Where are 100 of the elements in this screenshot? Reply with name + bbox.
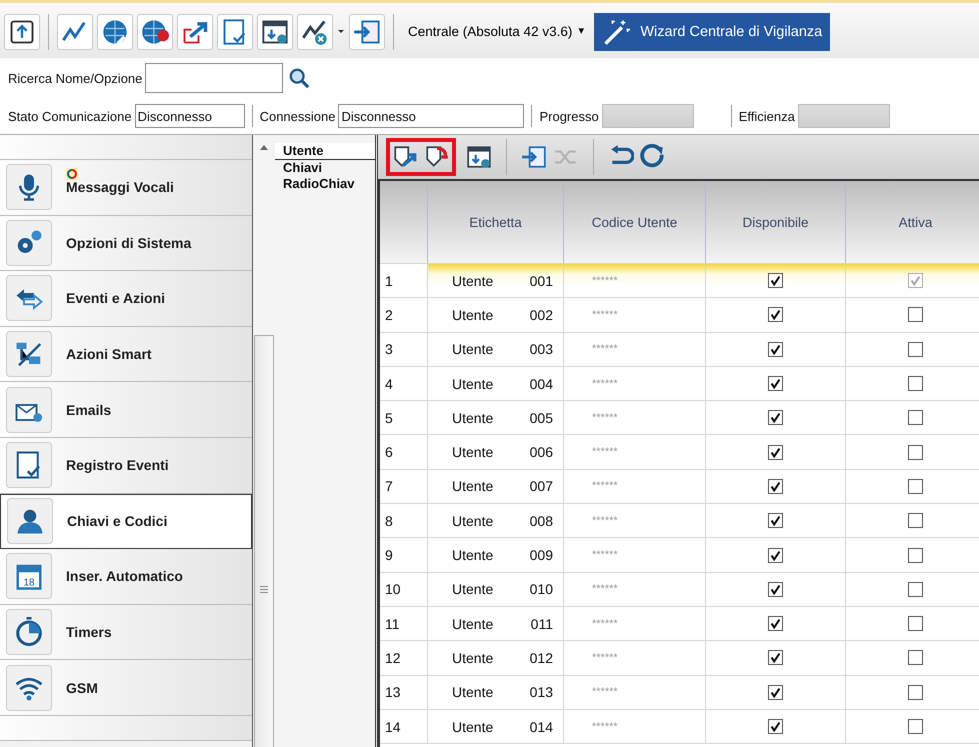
checkbox[interactable]	[768, 616, 783, 632]
table-row[interactable]: 1 Utente 001 ******	[380, 264, 979, 298]
checkbox[interactable]	[768, 273, 783, 288]
search-field[interactable]	[145, 63, 284, 93]
sidebar-item[interactable]: GSM	[0, 660, 252, 716]
tree-item[interactable]: Utente	[275, 143, 375, 160]
checkbox[interactable]	[768, 650, 783, 666]
checkbox[interactable]	[908, 410, 923, 426]
table-cell: Utente	[452, 616, 494, 632]
sidebar-item[interactable]: Opzioni di Sistema	[0, 216, 252, 272]
table-row[interactable]: 6 Utente 006 ******	[380, 435, 979, 470]
sidebar-item[interactable]: Registro Eventi	[0, 438, 252, 494]
column-header[interactable]: Attiva	[846, 181, 979, 263]
table-row[interactable]: 9 Utente 009 ******	[380, 538, 979, 573]
checkbox[interactable]	[908, 444, 923, 460]
sidebar-item[interactable]: Chiavi e Codici	[0, 494, 252, 550]
wizard-button[interactable]: Wizard Centrale di Vigilanza	[594, 12, 830, 50]
column-header[interactable]: Disponibile	[706, 181, 846, 263]
scrollbar[interactable]	[253, 135, 275, 747]
row-number: 6	[380, 435, 428, 469]
checkbox[interactable]	[908, 582, 923, 597]
checkbox[interactable]	[768, 444, 783, 460]
table-row[interactable]: 4 Utente 004 ******	[380, 366, 979, 402]
checkbox[interactable]	[768, 684, 783, 700]
table-row[interactable]: 14 Utente 014 ******	[380, 710, 979, 744]
column-header[interactable]: Etichetta	[428, 181, 564, 263]
refresh-icon[interactable]	[640, 144, 666, 170]
table-cell: 013	[530, 684, 553, 700]
table-row[interactable]: 10 Utente 010 ******	[380, 572, 979, 607]
checkbox[interactable]	[768, 307, 783, 322]
table-cell: ******	[564, 606, 706, 640]
table-cell: Utente	[452, 547, 494, 564]
tree-item[interactable]: Chiavi	[275, 160, 375, 176]
checkbox[interactable]	[768, 376, 783, 392]
row-number: 14	[380, 710, 428, 744]
status-label: Efficienza	[738, 108, 795, 124]
checkbox[interactable]	[908, 513, 923, 528]
table-cell: ******	[564, 504, 706, 538]
status-field: Disconnesso	[134, 104, 245, 128]
table-row[interactable]: 5 Utente 005 ******	[380, 401, 979, 436]
checkbox[interactable]	[768, 548, 783, 563]
table-cell: ******	[564, 366, 706, 400]
table-row[interactable]: 12 Utente 012 ******	[380, 641, 979, 676]
table-cell: 011	[530, 616, 553, 632]
table-row[interactable]: 11 Utente 011 ******	[380, 606, 979, 642]
checkbox[interactable]	[908, 719, 923, 734]
window-download-icon[interactable]	[466, 144, 492, 170]
sidebar-item[interactable]: Timers	[0, 604, 252, 660]
sidebar-item[interactable]: Azioni Smart	[0, 326, 252, 382]
table-row[interactable]: 7 Utente 007 ******	[380, 470, 979, 504]
checkbox[interactable]	[768, 582, 783, 597]
save-icon[interactable]	[8, 18, 36, 46]
checkbox[interactable]	[768, 513, 783, 528]
table-cell: 001	[530, 272, 553, 289]
sidebar-item[interactable]: Eventi e Azioni	[0, 271, 252, 327]
sidebar-item[interactable]: Emails	[0, 382, 252, 438]
sidebar-item[interactable]: 18 Inser. Automatico	[0, 549, 252, 605]
device-dropdown[interactable]: Centrale (Absoluta 42 v3.6) ▾	[402, 24, 590, 39]
checkbox[interactable]	[768, 342, 783, 357]
chart-error-icon[interactable]	[301, 18, 329, 46]
table-row[interactable]: 2 Utente 002 ******	[380, 298, 979, 333]
import-icon[interactable]	[521, 144, 547, 170]
search-icon[interactable]	[288, 67, 310, 89]
import-icon[interactable]	[353, 18, 381, 46]
checkbox[interactable]	[908, 650, 923, 666]
globe-icon[interactable]	[141, 18, 169, 46]
row-number: 11	[380, 606, 428, 640]
checkbox[interactable]	[908, 478, 923, 494]
column-header[interactable]: Codice Utente	[564, 181, 706, 263]
checkbox[interactable]	[908, 548, 923, 563]
sidebar-item[interactable]: Messaggi Vocali	[0, 160, 252, 216]
table-cell: Utente	[452, 272, 494, 289]
checkbox[interactable]	[768, 478, 783, 494]
scroll-up-arrow-icon[interactable]	[260, 145, 268, 150]
table-cell: ******	[564, 538, 706, 572]
shield-arrow-icon[interactable]	[424, 144, 450, 170]
checkbox[interactable]	[908, 342, 923, 357]
checkbox[interactable]	[908, 684, 923, 700]
grip-icon	[260, 586, 268, 593]
checkbox[interactable]	[908, 616, 923, 632]
table-row[interactable]: 13 Utente 013 ******	[380, 676, 979, 710]
row-number: 5	[380, 401, 428, 434]
row-number: 8	[380, 504, 428, 538]
table-row[interactable]: 3 Utente 003 ******	[380, 332, 979, 367]
stopwatch-icon	[14, 617, 44, 648]
caret-icon[interactable]	[337, 29, 345, 34]
tree-item[interactable]: RadioChiav	[275, 176, 375, 192]
globe-icon[interactable]	[101, 18, 129, 46]
checkbox[interactable]	[908, 376, 923, 392]
shield-arrow-icon[interactable]	[392, 144, 418, 170]
table-cell: 003	[530, 341, 553, 358]
row-number: 4	[380, 366, 428, 400]
table-row[interactable]: 8 Utente 008 ******	[380, 504, 979, 538]
checkbox[interactable]	[768, 410, 783, 426]
table-cell: 005	[530, 410, 553, 426]
row-number: 9	[380, 538, 428, 572]
checkbox[interactable]	[908, 307, 923, 322]
status-label: Stato Comunicazione	[8, 108, 132, 124]
window-download-icon[interactable]	[261, 18, 289, 46]
checkbox[interactable]	[768, 719, 783, 734]
